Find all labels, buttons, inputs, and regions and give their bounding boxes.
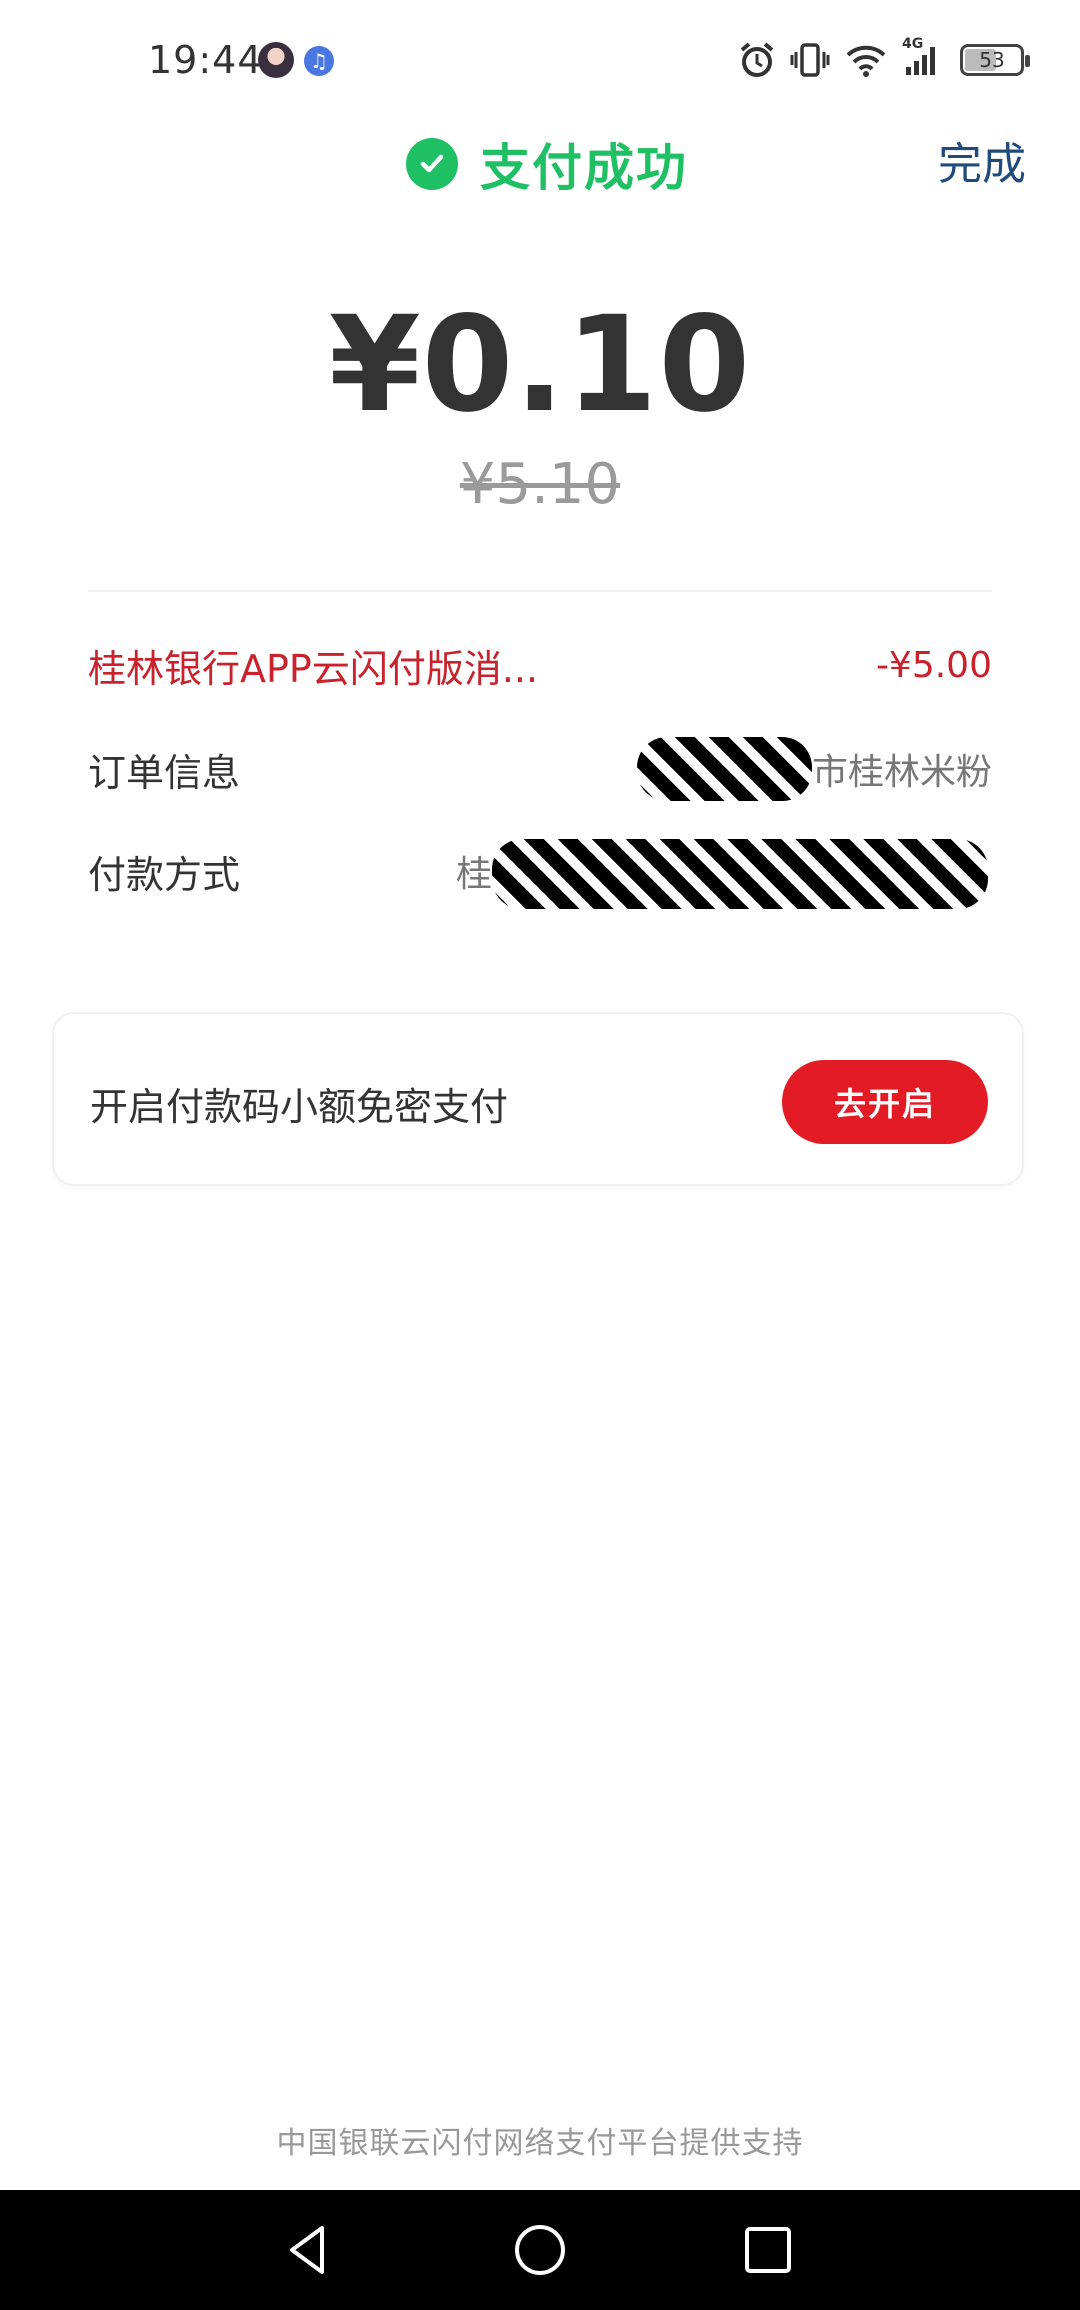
header: 支付成功 完成 xyxy=(0,120,1080,200)
original-amount: ¥5.10 xyxy=(459,452,621,517)
discount-label: 桂林银行APP云闪付版消... xyxy=(88,646,539,691)
avatar-icon xyxy=(258,42,294,78)
navigation-bar xyxy=(0,2190,1080,2310)
success-title: 支付成功 xyxy=(406,128,688,200)
done-button[interactable]: 完成 xyxy=(938,128,1026,192)
battery-level: 53 xyxy=(979,48,1005,72)
payment-method-value: 桂林银 xyxy=(456,839,988,909)
network-type: 4G xyxy=(902,36,924,52)
status-icons: 4G 53 xyxy=(738,36,1030,80)
promo-card: 开启付款码小额免密支付 去开启 xyxy=(52,1012,1024,1186)
battery-icon: 53 xyxy=(960,44,1030,76)
payment-method-row[interactable]: 付款方式 桂林银 xyxy=(88,839,992,909)
discount-value: -¥5.00 xyxy=(875,644,992,686)
redaction-mark xyxy=(491,839,988,909)
order-info-label: 订单信息 xyxy=(88,750,241,795)
payment-method-label: 付款方式 xyxy=(88,852,241,897)
signal-icon: 4G xyxy=(902,36,942,80)
wifi-icon xyxy=(844,40,888,80)
discount-row: 桂林银行APP云闪付版消... -¥5.00 xyxy=(88,637,992,693)
promo-text: 开启付款码小额免密支付 xyxy=(90,1085,509,1129)
divider xyxy=(88,590,992,592)
alarm-icon xyxy=(738,40,776,80)
footer-text: 中国银联云闪付网络支付平台提供支持 xyxy=(276,2126,804,2161)
status-bar: 19:44 ♫ 4G 53 xyxy=(0,0,1080,120)
back-icon[interactable] xyxy=(278,2220,338,2280)
music-icon: ♫ xyxy=(304,46,334,76)
recents-icon[interactable] xyxy=(738,2220,798,2280)
home-icon[interactable] xyxy=(510,2220,570,2280)
vibrate-icon xyxy=(790,40,830,80)
page-title: 支付成功 xyxy=(480,139,688,197)
status-time: 19:44 xyxy=(148,38,263,82)
check-circle-icon xyxy=(406,138,458,190)
enable-button[interactable]: 去开启 xyxy=(782,1060,988,1144)
redaction-mark xyxy=(636,737,812,801)
paid-amount: ¥0.10 xyxy=(328,288,752,442)
order-info-row[interactable]: 订单信息 市桂林米粉 xyxy=(88,737,992,801)
order-info-value: 市桂林米粉 xyxy=(636,737,992,801)
